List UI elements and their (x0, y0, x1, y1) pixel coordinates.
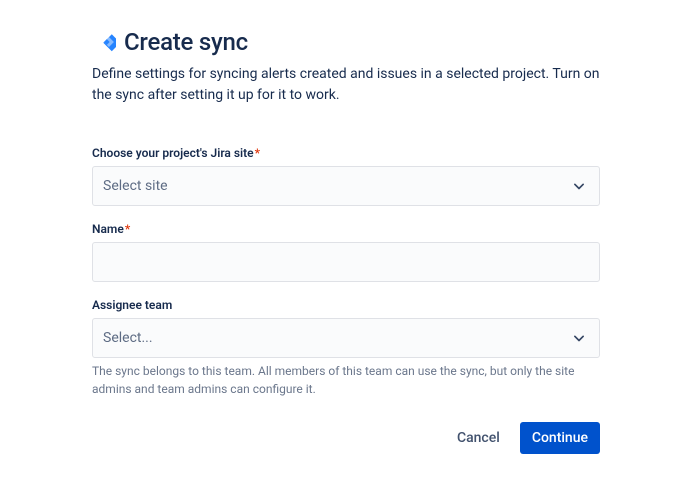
assignee-team-select[interactable]: Select... (92, 318, 600, 358)
dialog-title: Create sync (124, 28, 248, 56)
chevron-down-icon (569, 176, 589, 196)
dialog-description: Define settings for syncing alerts creat… (92, 64, 600, 106)
field-name: Name* (92, 222, 600, 282)
jira-site-placeholder: Select site (103, 178, 168, 194)
dialog-footer: Cancel Continue (92, 422, 600, 454)
cancel-button[interactable]: Cancel (445, 422, 512, 454)
continue-button[interactable]: Continue (520, 422, 600, 454)
dialog-header: Create sync (92, 28, 600, 56)
assignee-label: Assignee team (92, 298, 600, 312)
jira-icon (92, 30, 116, 54)
assignee-helper-text: The sync belongs to this team. All membe… (92, 362, 600, 398)
name-label: Name* (92, 222, 600, 236)
field-assignee-team: Assignee team Select... The sync belongs… (92, 298, 600, 398)
required-marker: * (125, 222, 130, 236)
assignee-placeholder: Select... (103, 330, 153, 346)
field-jira-site: Choose your project's Jira site* Select … (92, 146, 600, 206)
jira-site-label: Choose your project's Jira site* (92, 146, 600, 160)
chevron-down-icon (569, 328, 589, 348)
required-marker: * (255, 146, 260, 160)
name-input[interactable] (92, 242, 600, 282)
jira-site-select[interactable]: Select site (92, 166, 600, 206)
